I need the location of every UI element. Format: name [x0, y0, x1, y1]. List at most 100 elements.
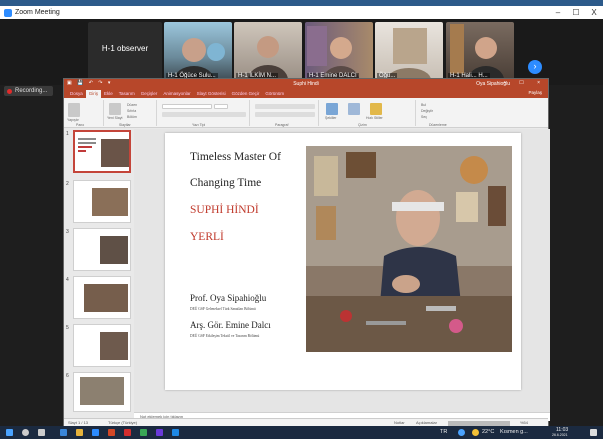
- slide-title-line-2[interactable]: Changing Time: [190, 177, 261, 189]
- participant-tile-4[interactable]: Öğü...: [375, 22, 443, 81]
- thumb-number: 5: [66, 325, 69, 331]
- participant-tile-3[interactable]: H-1 Emine DALCI: [305, 22, 373, 81]
- slide-author-1[interactable]: Prof. Oya Sipahioğlu: [190, 293, 266, 303]
- tab-tasarim[interactable]: Tasarım: [116, 90, 138, 98]
- recording-indicator[interactable]: Recording...: [4, 86, 54, 96]
- next-page-button[interactable]: ›: [528, 60, 542, 74]
- app-icon[interactable]: [156, 429, 163, 436]
- maximize-button[interactable]: ☐: [567, 6, 585, 19]
- share-button[interactable]: Paylaş: [525, 89, 545, 97]
- tab-dosya[interactable]: Dosya: [67, 90, 86, 98]
- chrome-icon[interactable]: [140, 429, 147, 436]
- slide-author-1-affiliation[interactable]: DEÜ GSF Geleneksel Türk Sanatları Bölümü: [190, 307, 256, 311]
- thumb-number: 4: [66, 277, 69, 283]
- thumb-photo: [80, 377, 124, 405]
- clock-date[interactable]: 26.6.2021: [552, 433, 568, 437]
- zoom-titlebar: Zoom Meeting: [0, 6, 603, 19]
- minimize-button[interactable]: –: [549, 6, 567, 19]
- tab-ekle[interactable]: Ekle: [101, 90, 116, 98]
- group-label-pano: Pano: [76, 123, 85, 127]
- slide-editing-area: Timeless Master Of Changing Time SUPHİ H…: [134, 129, 550, 412]
- zoom-taskbar-icon[interactable]: [92, 429, 99, 436]
- shapes-icon[interactable]: [326, 103, 338, 115]
- thumb-photo: [101, 139, 129, 167]
- ribbon-group-slaytlar: Yeni Slayt Düzen Sıfırla Bölüm Slaytlar: [105, 100, 157, 127]
- slide-thumbnail-3[interactable]: [73, 228, 131, 271]
- ribbon-group-pano: Yapıştır Pano: [64, 100, 104, 127]
- ppt-titlebar: ▣ 💾 ↶ ↷ ▾ Suphi Hindi Oya Sipahioğlu – ☐…: [64, 79, 548, 89]
- ribbon-group-paragraph: Paragraf: [251, 100, 319, 127]
- weather-icon[interactable]: [472, 429, 479, 436]
- close-button[interactable]: X: [585, 6, 603, 19]
- group-label-editing: Düzenleme: [429, 123, 447, 127]
- participant-tile-5[interactable]: H-1 Hali... H...: [446, 22, 514, 81]
- ppt-window-controls[interactable]: – ☐ ×: [503, 80, 546, 86]
- slide-thumbnail-2[interactable]: [73, 180, 131, 223]
- record-dot-icon: [7, 88, 12, 94]
- participant-tile-2[interactable]: H-1 İLKİM N...: [234, 22, 302, 81]
- thumb-text-line: [78, 142, 96, 144]
- tab-animasyonlar[interactable]: Animasyonlar: [160, 90, 193, 98]
- windows-taskbar: TR 22°C Kısmen g... 11:03 26.6.2021: [0, 426, 603, 439]
- current-slide[interactable]: Timeless Master Of Changing Time SUPHİ H…: [165, 133, 521, 390]
- section-button[interactable]: Bölüm: [127, 115, 137, 119]
- tab-slayt-gosterisi[interactable]: Slayt Gösterisi: [194, 90, 229, 98]
- language-indicator-tray[interactable]: TR: [440, 429, 447, 435]
- tab-gorunum[interactable]: Görünüm: [262, 90, 287, 98]
- slide-photo[interactable]: [306, 146, 512, 352]
- replace-button[interactable]: Değiştir: [421, 109, 433, 113]
- participant-tile-observer[interactable]: H-1 observer: [88, 22, 162, 81]
- slide-thumbnail-4[interactable]: [73, 276, 131, 319]
- group-label-drawing: Çizim: [358, 123, 367, 127]
- search-icon[interactable]: [22, 429, 29, 436]
- zoom-level[interactable]: %54: [520, 420, 528, 425]
- slide-thumbnails-pane: 1 2 3 4 5 6: [64, 129, 134, 414]
- edge-icon[interactable]: [60, 429, 67, 436]
- slide-thumbnail-1[interactable]: [73, 130, 131, 173]
- paste-icon[interactable]: [68, 103, 80, 117]
- find-button[interactable]: Bul: [421, 103, 426, 107]
- font-format-buttons[interactable]: [162, 112, 246, 117]
- tab-giris[interactable]: Giriş: [85, 90, 102, 98]
- task-view-icon[interactable]: [38, 429, 45, 436]
- tab-gozden-gecir[interactable]: Gözden Geçir: [229, 90, 263, 98]
- arrange-icon[interactable]: [348, 103, 360, 115]
- slide-title-line-1[interactable]: Timeless Master Of: [190, 151, 281, 163]
- slide-thumbnail-6[interactable]: [73, 372, 131, 412]
- new-slide-icon[interactable]: [109, 103, 121, 115]
- powerpoint-taskbar-icon[interactable]: [108, 429, 115, 436]
- word-icon[interactable]: [172, 429, 179, 436]
- layout-button[interactable]: Düzen: [127, 103, 137, 107]
- slide-author-2-affiliation[interactable]: DEÜ GSF Etkileşim Tekstil ve Tasarım Böl…: [190, 334, 259, 338]
- slide-title-line-3[interactable]: SUPHİ HİNDİ: [190, 204, 259, 216]
- quick-styles-icon[interactable]: [370, 103, 382, 115]
- reset-button[interactable]: Sıfırla: [127, 109, 136, 113]
- group-label-paragraph: Paragraf: [275, 123, 289, 127]
- comments-button[interactable]: Açıklamalar: [416, 420, 437, 425]
- slide-thumbnail-5[interactable]: [73, 324, 131, 367]
- notifications-icon[interactable]: [590, 429, 597, 436]
- tray-zoom-icon[interactable]: [458, 429, 465, 436]
- observer-name: H-1 observer: [101, 44, 149, 53]
- thumb-text-line: [78, 150, 86, 152]
- paste-label: Yapıştır: [67, 118, 79, 122]
- participant-tile-1[interactable]: H-1 Öğüce Sulu...: [164, 22, 232, 81]
- alignment-buttons[interactable]: [255, 112, 315, 117]
- ribbon-group-font: Yazı Tipi: [158, 100, 250, 127]
- file-explorer-icon[interactable]: [76, 429, 83, 436]
- paragraph-buttons[interactable]: [255, 104, 315, 109]
- recording-label: Recording...: [15, 88, 48, 94]
- tab-gecisler[interactable]: Geçişler: [138, 90, 161, 98]
- slide-title-line-4[interactable]: YERLİ: [190, 231, 224, 243]
- slide-author-2[interactable]: Arş. Gör. Emine Dalcı: [190, 320, 271, 330]
- font-size-select[interactable]: [214, 104, 228, 109]
- zoom-app-icon: [4, 8, 12, 17]
- language-indicator[interactable]: Türkçe (Türkiye): [108, 420, 137, 425]
- acrobat-icon[interactable]: [124, 429, 131, 436]
- notes-button[interactable]: Notlar: [394, 420, 405, 425]
- powerpoint-window: ▣ 💾 ↶ ↷ ▾ Suphi Hindi Oya Sipahioğlu – ☐…: [63, 78, 550, 426]
- ribbon-group-drawing: Şekiller Hızlı Stiller Çizim: [320, 100, 416, 127]
- font-name-select[interactable]: [162, 104, 212, 109]
- windows-start-icon[interactable]: [6, 429, 13, 436]
- select-button[interactable]: Seç: [421, 115, 427, 119]
